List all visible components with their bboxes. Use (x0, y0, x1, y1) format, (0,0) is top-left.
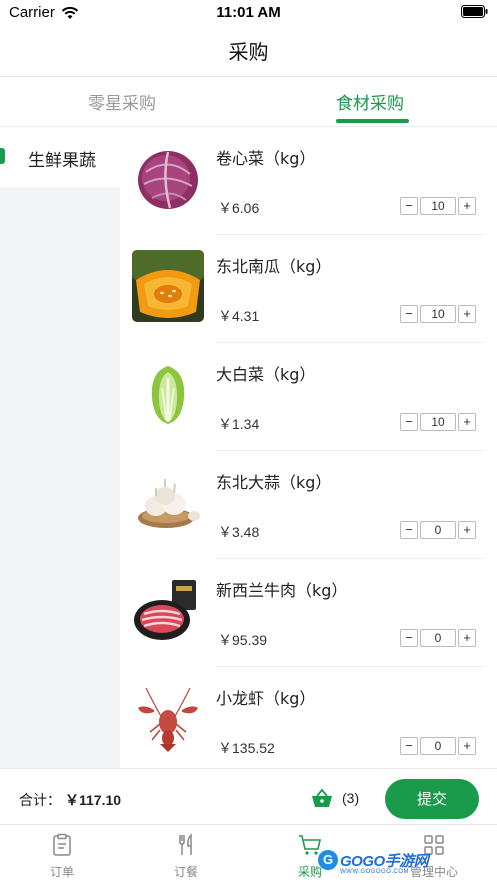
clipboard-icon (53, 833, 71, 856)
status-bar: Carrier 11:01 AM (0, 0, 497, 26)
increase-button[interactable]: + (458, 197, 476, 215)
increase-button[interactable]: + (458, 521, 476, 539)
category-sidebar: 生鲜果蔬 (0, 127, 120, 768)
tab-orders[interactable]: 订单 (0, 825, 124, 883)
status-time: 11:01 AM (216, 4, 281, 21)
page-title: 采购 (228, 40, 269, 64)
tab-retail-purchase[interactable]: 零星采购 (88, 89, 156, 114)
product-item[interactable]: 小龙虾（kg） ￥135.52 − 0 + (120, 667, 497, 768)
purchase-tabs: 零星采购 食材采购 (0, 77, 497, 126)
quantity-stepper: − 0 + (400, 520, 477, 540)
product-name: 大白菜（kg） (216, 365, 316, 384)
beef-image (134, 580, 196, 640)
product-price: ￥1.34 (218, 416, 260, 432)
quantity-input[interactable]: 10 (420, 413, 456, 431)
quantity-input[interactable]: 10 (420, 197, 456, 215)
watermark-text: GOGO手游网 (340, 853, 429, 870)
red-cabbage-image (138, 151, 198, 209)
decrease-button[interactable]: − (400, 197, 418, 215)
quantity-stepper: − 10 + (400, 412, 477, 432)
active-tab-indicator (336, 119, 409, 123)
total-amount: ￥117.10 (65, 792, 122, 808)
crayfish-image (138, 687, 198, 752)
category-label: 生鲜果蔬 (28, 151, 96, 171)
quantity-input[interactable]: 0 (420, 521, 456, 539)
product-price: ￥3.48 (218, 524, 260, 540)
increase-button[interactable]: + (458, 413, 476, 431)
total-label: 合计： (19, 793, 61, 809)
tab-meal-order[interactable]: 订餐 (124, 825, 248, 883)
tab-ingredient-purchase[interactable]: 食材采购 (336, 89, 404, 114)
garlic-image (138, 479, 200, 528)
product-item[interactable]: 新西兰牛肉（kg） ￥95.39 − 0 + (120, 559, 497, 667)
product-item[interactable]: 东北大蒜（kg） ￥3.48 − 0 + (120, 451, 497, 559)
category-item-fresh-produce[interactable]: 生鲜果蔬 (0, 127, 120, 187)
decrease-button[interactable]: − (400, 737, 418, 755)
product-name: 小龙虾（kg） (216, 689, 316, 708)
quantity-stepper: − 10 + (400, 304, 477, 324)
product-price: ￥6.06 (218, 200, 260, 216)
increase-button[interactable]: + (458, 629, 476, 647)
basket-count: (3) (342, 790, 360, 806)
increase-button[interactable]: + (458, 305, 476, 323)
watermark-logo-icon: G (318, 850, 338, 870)
product-price: ￥135.52 (218, 740, 275, 756)
product-price: ￥4.31 (218, 308, 260, 324)
product-price: ￥95.39 (218, 632, 268, 648)
quantity-input[interactable]: 0 (420, 737, 456, 755)
order-summary-bar: 合计： ￥117.10 (3) 提交 (0, 768, 497, 824)
pumpkin-image (132, 250, 204, 322)
watermark-url: WWW.GOGOGO.COM (340, 869, 409, 875)
submit-button[interactable]: 提交 (385, 779, 479, 819)
product-name: 东北南瓜（kg） (216, 257, 332, 276)
decrease-button[interactable]: − (400, 413, 418, 431)
quantity-stepper: − 10 + (400, 196, 477, 216)
decrease-button[interactable]: − (400, 521, 418, 539)
product-name: 卷心菜（kg） (216, 149, 316, 168)
product-name: 新西兰牛肉（kg） (216, 581, 348, 600)
tab-label: 订单 (49, 865, 74, 879)
increase-button[interactable]: + (458, 737, 476, 755)
quantity-input[interactable]: 0 (420, 629, 456, 647)
active-category-marker (0, 148, 5, 164)
product-list[interactable]: 卷心菜（kg） ￥6.06 − 10 + 东北南瓜（kg） ￥4.31 − 10… (120, 127, 497, 768)
quantity-stepper: − 0 + (400, 736, 477, 756)
product-name: 东北大蒜（kg） (216, 473, 332, 492)
cutlery-icon (179, 833, 192, 855)
battery-icon (461, 5, 488, 18)
napa-cabbage-image (151, 366, 185, 424)
quantity-stepper: − 0 + (400, 628, 477, 648)
product-item[interactable]: 东北南瓜（kg） ￥4.31 − 10 + (120, 235, 497, 343)
tab-label: 订餐 (173, 865, 198, 879)
site-watermark: G GOGO手游网 WWW.GOGOGO.COM (318, 848, 496, 882)
product-item[interactable]: 大白菜（kg） ￥1.34 − 10 + (120, 343, 497, 451)
quantity-input[interactable]: 10 (420, 305, 456, 323)
basket-icon[interactable] (311, 788, 333, 808)
product-item[interactable]: 卷心菜（kg） ￥6.06 − 10 + (120, 127, 497, 235)
decrease-button[interactable]: − (400, 305, 418, 323)
decrease-button[interactable]: − (400, 629, 418, 647)
